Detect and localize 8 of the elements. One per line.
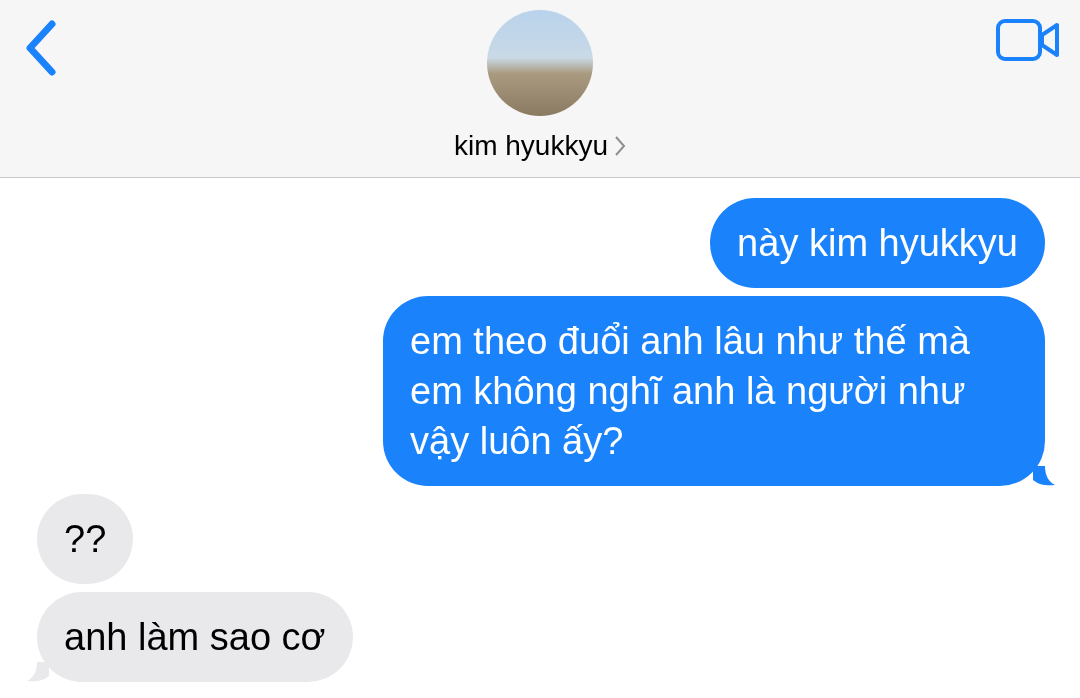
received-message-bubble: anh làm sao cơ [37, 592, 353, 682]
sent-message-bubble: em theo đuổi anh lâu như thế mà em không nghĩ anh là người như vậy luôn ấy? [383, 296, 1045, 486]
sent-message-bubble: này kim hyukkyu [710, 198, 1045, 288]
chevron-right-icon [614, 135, 626, 157]
received-message-bubble: ?? [37, 494, 134, 584]
contact-name[interactable]: kim hyukkyu [453, 130, 626, 162]
video-camera-icon [996, 18, 1060, 62]
video-call-button[interactable] [996, 18, 1060, 62]
